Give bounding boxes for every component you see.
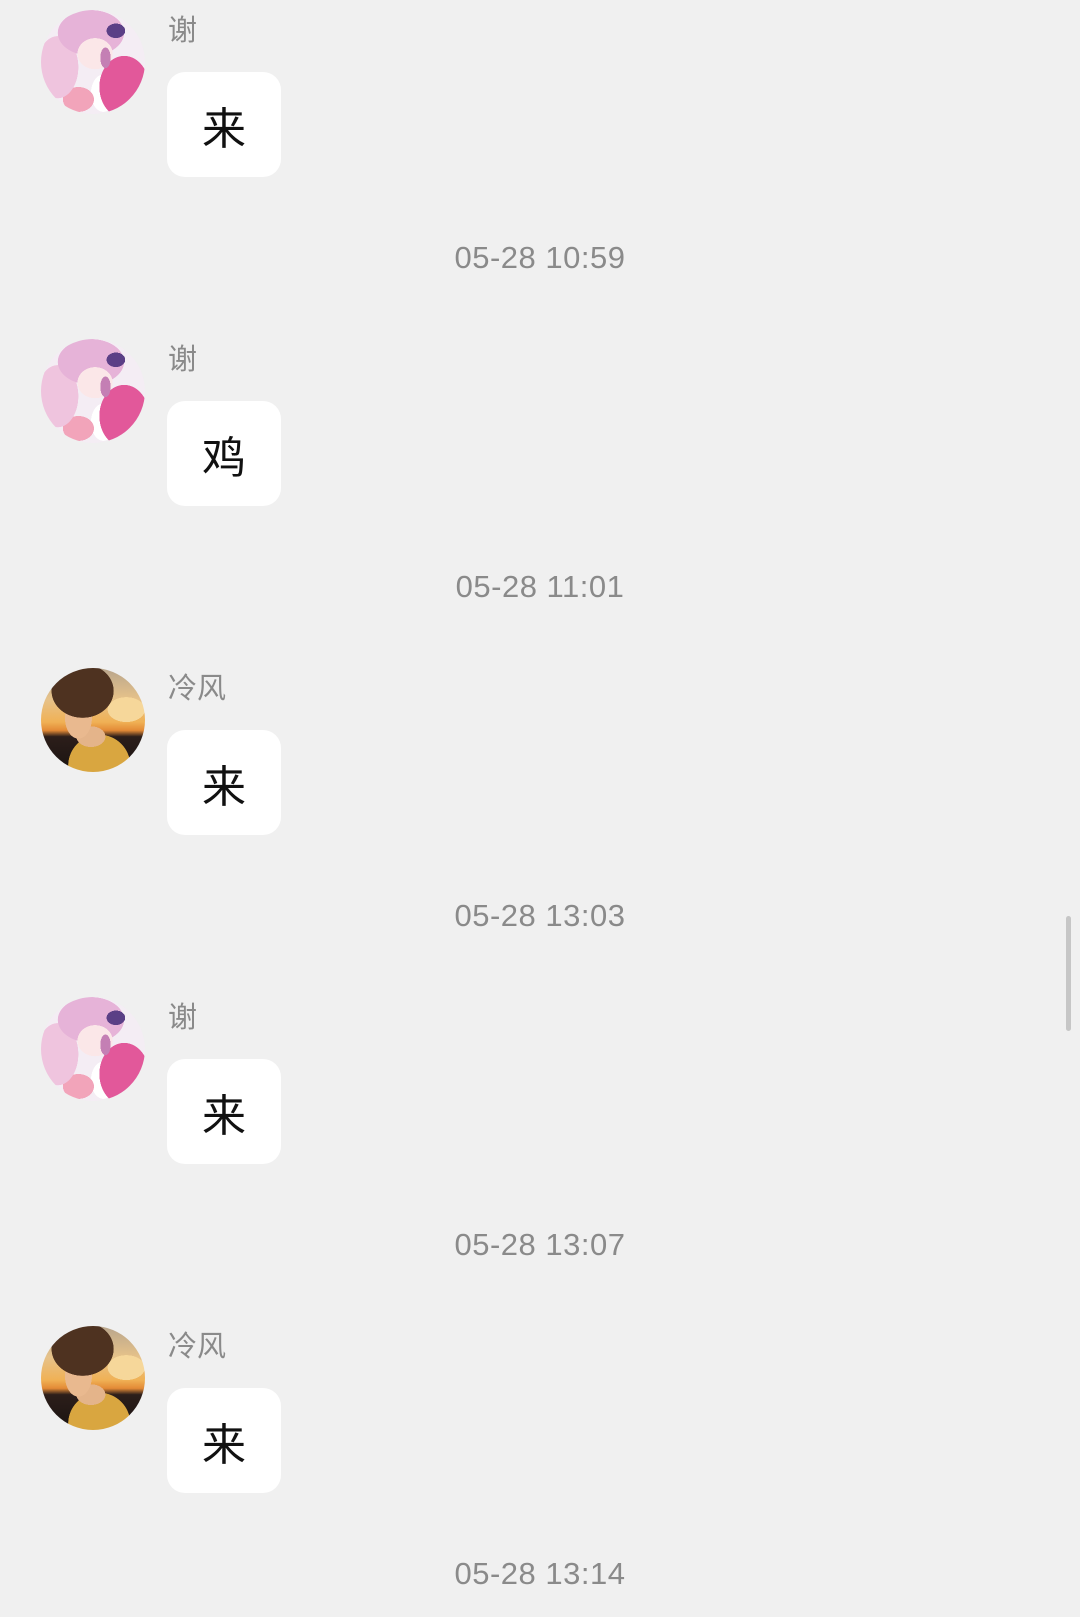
scrollbar-thumb[interactable]: [1066, 916, 1071, 1031]
sender-name: 冷风: [168, 673, 227, 705]
sender-name: 谢: [168, 344, 198, 376]
message-row: 谢 来: [0, 997, 1080, 1164]
avatar[interactable]: [41, 668, 145, 772]
timestamp: 05-28 11:01: [455, 569, 625, 604]
message-row: 冷风 来: [0, 668, 1080, 835]
timestamp: 05-28 13:14: [454, 1556, 626, 1591]
sender-name: 谢: [168, 15, 198, 47]
message-bubble[interactable]: 鸡: [167, 401, 281, 506]
message-row: 谢 鸡: [0, 339, 1080, 506]
avatar[interactable]: [41, 10, 145, 114]
message-bubble[interactable]: 来: [167, 1388, 281, 1493]
avatar[interactable]: [41, 339, 145, 443]
message-row: 谢 来: [0, 10, 1080, 177]
message-bubble[interactable]: 来: [167, 72, 281, 177]
timestamp: 05-28 13:03: [454, 898, 626, 933]
message-row: 冷风 来: [0, 1326, 1080, 1493]
avatar[interactable]: [41, 997, 145, 1101]
timestamp: 05-28 13:07: [454, 1227, 626, 1262]
message-bubble[interactable]: 来: [167, 1059, 281, 1164]
avatar[interactable]: [41, 1326, 145, 1430]
sender-name: 冷风: [168, 1331, 227, 1363]
chat-message-list[interactable]: 谢 来 05-28 10:59 谢 鸡 05-28 11:01 冷风 来 05-…: [0, 10, 1080, 1592]
message-bubble[interactable]: 来: [167, 730, 281, 835]
sender-name: 谢: [168, 1002, 198, 1034]
timestamp: 05-28 10:59: [454, 240, 626, 275]
